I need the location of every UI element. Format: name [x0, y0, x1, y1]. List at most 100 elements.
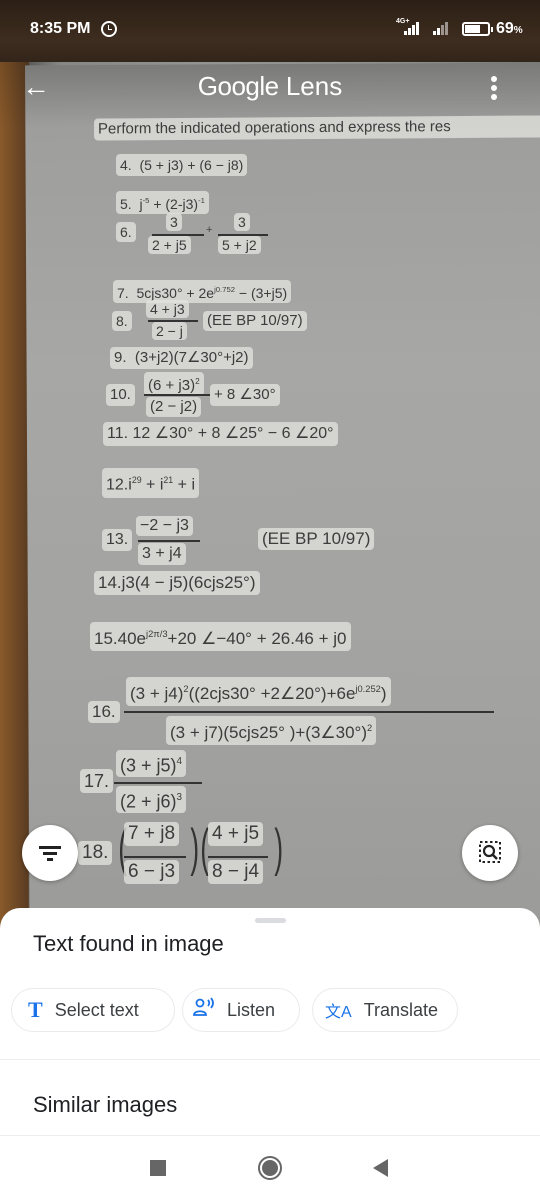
problem-number: 12. [106, 476, 129, 494]
more-vertical-icon[interactable] [482, 74, 506, 102]
back-triangle-icon[interactable] [373, 1159, 388, 1177]
alarm-clock-icon [101, 21, 117, 37]
exponent: 2 [367, 723, 373, 733]
fraction-bar [114, 782, 202, 784]
problem-16-numerator[interactable]: (3 + j4)2((2cjs30° +2∠20°)+6ej0.252) [126, 677, 391, 706]
translate-icon: 文A [325, 1004, 352, 1021]
title-brand: Google [197, 71, 279, 101]
problem-10-number[interactable]: 10. [106, 384, 135, 406]
problem-17-denominator[interactable]: (2 + j6)3 [116, 786, 187, 814]
signal-strength-icon-2 [433, 21, 448, 35]
problem-8-note[interactable]: (EE BP 10/97) [203, 311, 307, 331]
translate-chip[interactable]: 文A Translate [312, 988, 458, 1032]
problem-6-number[interactable]: 6. [116, 222, 136, 242]
battery-level [465, 25, 481, 33]
problem-number: 4. [120, 157, 132, 173]
problem-18-numerator-2[interactable]: 4 + j5 [208, 822, 264, 846]
problem-15[interactable]: 15.40ej2π/3+20 ∠−40° + 26.46 + j0 [90, 622, 351, 651]
system-nav-bar [0, 1138, 540, 1200]
chip-label: Translate [363, 999, 439, 1020]
exponent: j2π/3 [146, 629, 168, 639]
problem-expression: 12 ∠30° + 8 ∠25° − 6 ∠20° [132, 425, 334, 442]
exponent: 21 [163, 475, 174, 485]
problem-number: 15. [94, 629, 118, 648]
problem-10-numerator[interactable]: (6 + j3)2 [144, 372, 204, 397]
exponent: 3 [176, 792, 183, 803]
problem-number: 7. [117, 284, 129, 301]
expr-part: + (2-j3) [149, 195, 199, 212]
problem-17-number[interactable]: 17. [80, 769, 114, 793]
problem-17-numerator[interactable]: (3 + j5)4 [116, 750, 187, 778]
title-product: Lens [285, 71, 343, 101]
problem-number: 5. [120, 195, 132, 212]
problem-expression: (5 + j3) + (6 − j8) [139, 157, 244, 173]
problem-18-numerator-1[interactable]: 7 + j8 [124, 822, 180, 846]
expr-part: (3 + j5) [120, 755, 177, 776]
select-text-chip[interactable]: T Select text [11, 988, 175, 1032]
problem-expression: j3(4 − j5)(6cjs25°) [121, 573, 256, 592]
similar-images-heading[interactable]: Similar images [33, 1092, 177, 1118]
expr-part: ) [380, 684, 387, 703]
status-bar: 8:35 PM 4G+ 69% [0, 0, 540, 60]
chip-label: Listen [227, 999, 276, 1020]
plus-sign: + [206, 224, 213, 236]
recents-square-icon[interactable] [150, 1160, 166, 1176]
problem-18-number[interactable]: 18. [78, 841, 113, 865]
problem-14[interactable]: 14.j3(4 − j5)(6cjs25°) [94, 571, 260, 595]
battery-percent-unit: % [513, 25, 523, 36]
expr-part: (6 + j3) [148, 377, 196, 395]
problem-number: 9. [114, 349, 127, 366]
fraction-bar [138, 540, 200, 542]
problem-number: 11. [107, 425, 129, 442]
region-search-button[interactable] [462, 825, 518, 881]
fraction-bar [152, 234, 204, 236]
problem-6-numerator-2[interactable]: 3 [234, 213, 250, 231]
problem-11[interactable]: 11. 12 ∠30° + 8 ∠25° − 6 ∠20° [103, 422, 338, 446]
battery-icon [462, 22, 493, 36]
battery-percent-value: 69 [496, 20, 514, 37]
problem-8-number[interactable]: 8. [112, 311, 132, 331]
problem-12[interactable]: 12.i29 + i21 + i [102, 468, 199, 498]
exponent: 29 [131, 475, 142, 485]
app-title: Google Lens [0, 71, 540, 102]
expr-part: (3 + j7)(5cjs25° )+(3∠30°) [170, 723, 368, 742]
problem-7[interactable]: 7. 5cjs30° + 2ej0.752 − (3+j5) [113, 280, 292, 303]
problem-8-denominator[interactable]: 2 − j [152, 322, 187, 340]
problem-13-numerator[interactable]: −2 − j3 [136, 516, 193, 536]
fraction-bar [208, 856, 268, 858]
problem-10-tail[interactable]: + 8 ∠30° [210, 384, 280, 406]
fraction-bar [124, 856, 186, 858]
problem-9[interactable]: 9. (3+j2)(7∠30°+j2) [110, 347, 253, 369]
problem-number: 14. [98, 573, 122, 592]
exponent: j0.252 [355, 684, 381, 694]
problem-13-number[interactable]: 13. [102, 529, 133, 551]
problem-expression: (3+j2)(7∠30°+j2) [134, 349, 249, 366]
expr-part: +20 ∠−40° + 26.46 + j0 [167, 629, 347, 648]
problem-16-denominator[interactable]: (3 + j7)(5cjs25° )+(3∠30°)2 [166, 716, 377, 745]
home-circle-icon[interactable] [258, 1156, 282, 1180]
listen-chip[interactable]: Listen [182, 988, 300, 1032]
problem-5[interactable]: 5. j-5 + (2-j3)-1 [116, 191, 209, 214]
filter-button[interactable] [22, 825, 78, 881]
expr-part: + i [141, 476, 164, 494]
problem-18-denominator-1[interactable]: 6 − j3 [124, 860, 180, 884]
text-select-icon: T [28, 997, 43, 1022]
problem-6-numerator-1[interactable]: 3 [166, 213, 182, 231]
expr-part: 5cjs30° + 2e [136, 284, 215, 301]
problem-10-denominator[interactable]: (2 − j2) [146, 397, 202, 417]
sheet-drag-handle[interactable] [255, 918, 286, 923]
problem-13-denominator[interactable]: 3 + j4 [138, 543, 186, 565]
problem-13-note[interactable]: (EE BP 10/97) [258, 528, 375, 550]
problem-4[interactable]: 4. (5 + j3) + (6 − j8) [116, 154, 248, 176]
battery-percent: 69% [496, 20, 523, 38]
expr-part: + i [173, 476, 195, 494]
instructions-text[interactable]: Perform the indicated operations and exp… [93, 115, 540, 141]
listen-icon [193, 997, 215, 1023]
problem-6-denominator-2[interactable]: 5 + j2 [218, 236, 261, 254]
problem-18-denominator-2[interactable]: 8 − j4 [208, 860, 264, 884]
exponent: -1 [198, 196, 205, 205]
problem-8-numerator[interactable]: 4 + j3 [146, 300, 189, 318]
problem-6-denominator-1[interactable]: 2 + j5 [148, 236, 191, 254]
problem-16-number[interactable]: 16. [88, 701, 120, 723]
expr-part: (3 + j4) [130, 684, 184, 703]
